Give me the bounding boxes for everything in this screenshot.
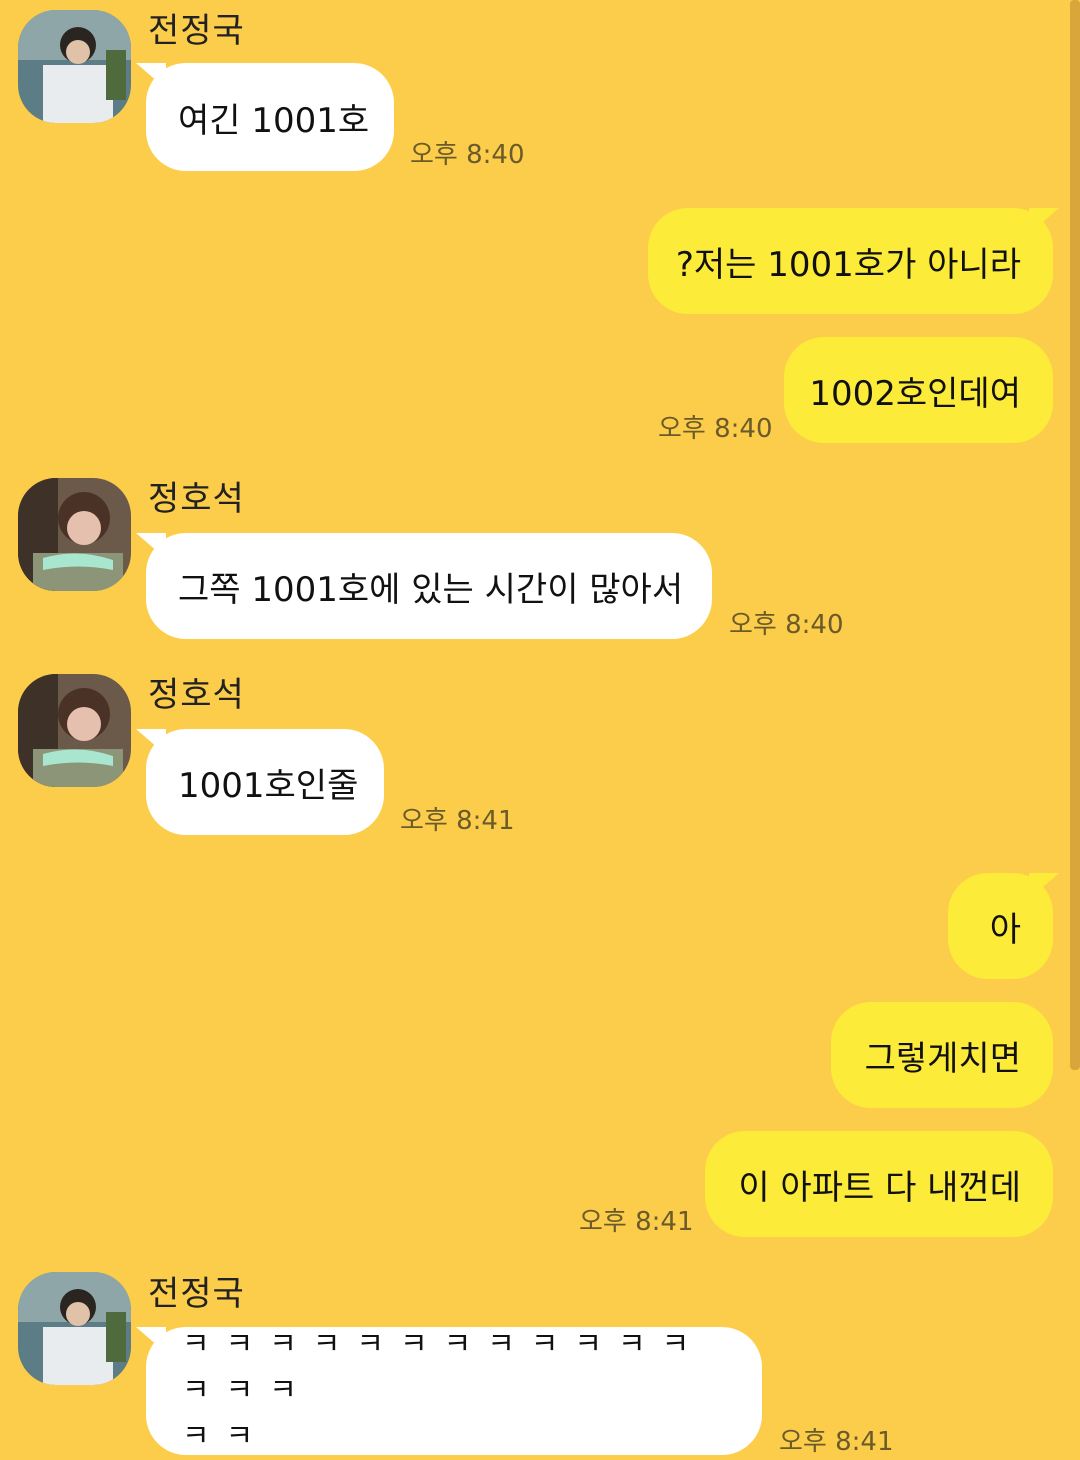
scrollbar[interactable]: [1070, 0, 1080, 1070]
message-time: 오후 8:41: [579, 1207, 694, 1237]
bubble-tail: [1029, 208, 1059, 234]
message-bubble[interactable]: 이 아파트 다 내껀데: [705, 1131, 1053, 1237]
message-text: 그쪽 1001호에 있는 시간이 많아서: [178, 569, 684, 610]
message-text: 1001호인줄: [178, 765, 359, 806]
sender-name: 전정국: [148, 11, 245, 51]
message-text: ?저는 1001호가 아니라: [675, 244, 1021, 285]
bubble-tail: [136, 1327, 166, 1353]
bubble-tail: [136, 63, 166, 89]
message-time: 오후 8:40: [729, 610, 844, 640]
sender-name: 정호석: [148, 675, 245, 715]
message-text: 아: [989, 909, 1021, 950]
bubble-tail: [1029, 873, 1059, 899]
message-text-line: ㅋㅋㅋㅋㅋㅋㅋㅋㅋㅋㅋㅋㅋㅋㅋ: [182, 1327, 706, 1408]
message-bubble[interactable]: 그렇게치면: [831, 1002, 1053, 1108]
message-time: 오후 8:41: [400, 806, 515, 836]
message-text: 여긴 1001호: [178, 100, 370, 141]
message-time: 오후 8:40: [410, 140, 525, 170]
message-text-line: ㅋㅋ: [182, 1419, 270, 1454]
message-bubble[interactable]: 1002호인데여: [784, 337, 1053, 443]
message-text: 이 아파트 다 내껀데: [738, 1167, 1021, 1208]
message-text: 1002호인데여: [809, 373, 1021, 414]
message-time: 오후 8:41: [779, 1427, 894, 1457]
avatar-jungkook[interactable]: [18, 1272, 131, 1385]
message-bubble[interactable]: 아: [948, 873, 1059, 979]
avatar-hoseok[interactable]: [18, 674, 131, 787]
avatar-hoseok[interactable]: [18, 478, 131, 591]
sender-name: 전정국: [148, 1274, 245, 1314]
message-bubble[interactable]: ㅋㅋㅋㅋㅋㅋㅋㅋㅋㅋㅋㅋㅋㅋㅋ ㅋㅋ: [136, 1327, 762, 1455]
sender-name: 정호석: [148, 479, 245, 519]
avatar-jungkook[interactable]: [18, 10, 131, 123]
message-bubble[interactable]: 그쪽 1001호에 있는 시간이 많아서: [136, 533, 712, 639]
message-bubble[interactable]: ?저는 1001호가 아니라: [648, 208, 1059, 314]
bubble-tail: [136, 533, 166, 559]
message-bubble[interactable]: 1001호인줄: [136, 729, 384, 835]
message-text: 그렇게치면: [864, 1038, 1021, 1079]
bubble-tail: [136, 729, 166, 755]
message-time: 오후 8:40: [658, 414, 773, 444]
message-bubble[interactable]: 여긴 1001호: [136, 63, 394, 171]
